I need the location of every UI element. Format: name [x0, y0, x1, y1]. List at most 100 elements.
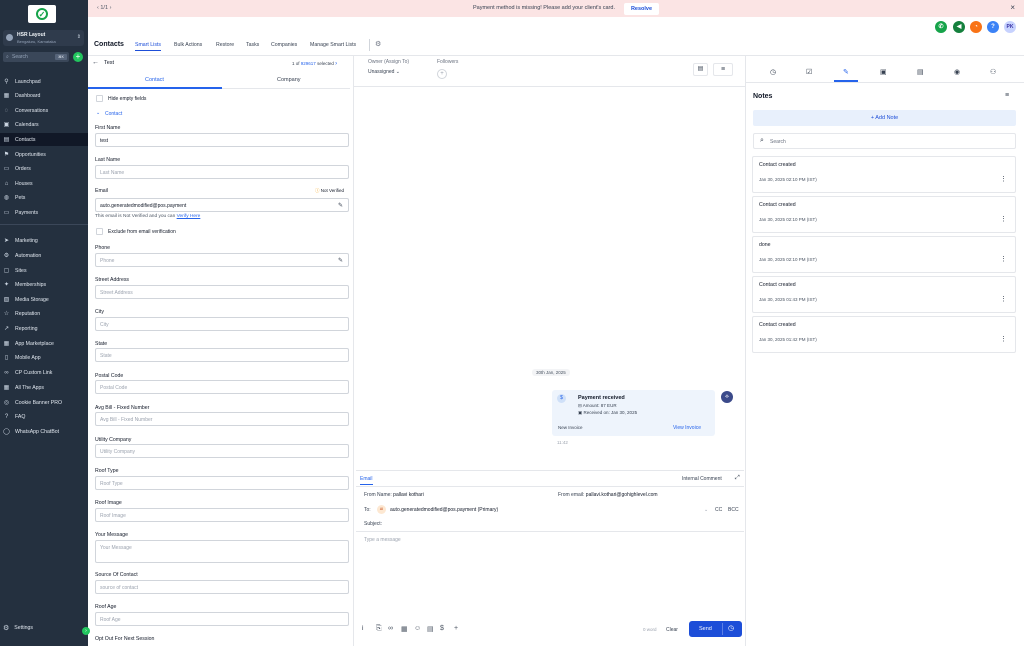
back-arrow-icon[interactable]: ←: [92, 59, 99, 66]
sidebar-item-faq[interactable]: ? FAQ: [0, 410, 88, 423]
dollar-icon[interactable]: $: [440, 625, 444, 632]
payments-icon[interactable]: ◉: [954, 68, 960, 76]
help-icon[interactable]: ?: [987, 21, 999, 33]
tab-smart-lists[interactable]: Smart Lists: [135, 42, 161, 51]
last-name-field[interactable]: Last Name: [95, 165, 349, 179]
sidebar-item-houses[interactable]: ⌂ Houses: [0, 177, 88, 190]
sidebar-item-reporting[interactable]: ↗ Reporting: [0, 322, 88, 335]
more-vertical-icon[interactable]: ⋮: [1000, 255, 1007, 263]
sidebar-item-settings[interactable]: ⚙ Settings: [3, 624, 33, 632]
phone-icon[interactable]: ✆: [935, 21, 947, 33]
send-button[interactable]: Send: [699, 626, 712, 632]
pencil-icon[interactable]: ✎: [338, 202, 343, 209]
link-icon[interactable]: ∞: [388, 625, 393, 632]
clear-button[interactable]: Clear: [666, 627, 678, 633]
state-field[interactable]: State: [95, 348, 349, 362]
tasks-icon[interactable]: ☑: [806, 68, 812, 76]
bcc-button[interactable]: BCC: [728, 507, 739, 513]
bell-icon[interactable]: ◔: [970, 21, 982, 33]
tab-manage-smart-lists[interactable]: Manage Smart Lists: [310, 42, 356, 48]
emoji-icon[interactable]: ☺: [414, 625, 421, 632]
collapse-sidebar-button[interactable]: ›: [82, 627, 90, 635]
schedule-icon[interactable]: ◷: [728, 624, 734, 632]
postal-field[interactable]: Postal Code: [95, 380, 349, 394]
more-vertical-icon[interactable]: ⋮: [1000, 295, 1007, 303]
tab-restore[interactable]: Restore: [216, 42, 234, 48]
sidebar-item-marketing[interactable]: ➤ Marketing: [0, 234, 88, 247]
sidebar-item-conversations[interactable]: ◌ Conversations: [0, 104, 88, 117]
sidebar-item-pets[interactable]: ◍ Pets: [0, 191, 88, 204]
email-field[interactable]: auto.generatedmodified@pos.payment ✎: [95, 198, 349, 212]
tab-email[interactable]: Email: [360, 476, 373, 485]
close-icon[interactable]: ×: [1010, 3, 1015, 12]
settings-gear-icon[interactable]: ⚙: [375, 40, 381, 48]
image-icon[interactable]: ▦: [401, 625, 408, 633]
chevron-right-icon[interactable]: ›: [110, 5, 112, 11]
roof-age-field[interactable]: Roof Age: [95, 612, 349, 626]
sidebar-item-cookie-banner-pro[interactable]: ◎ Cookie Banner PRO: [0, 396, 88, 409]
calendar-icon[interactable]: ▣: [880, 68, 887, 76]
phone-field[interactable]: Phone ✎: [95, 253, 349, 267]
notes-icon[interactable]: ✎: [843, 68, 849, 76]
more-vertical-icon[interactable]: ⋮: [1000, 175, 1007, 183]
avatar[interactable]: PK: [1004, 21, 1016, 33]
filter-icon[interactable]: ≡: [713, 63, 733, 76]
to-recipient[interactable]: auto.generatedmodified@pos.payment (Prim…: [390, 507, 498, 513]
sidebar-item-sites[interactable]: ▢ Sites: [0, 264, 88, 277]
chevron-down-icon[interactable]: ⌄: [704, 507, 708, 513]
sidebar-item-calendars[interactable]: ▣ Calendars: [0, 118, 88, 131]
sidebar-item-media-storage[interactable]: ▧ Media Storage: [0, 293, 88, 306]
format-text-icon[interactable]: Ꭵ: [362, 625, 363, 633]
resolve-button[interactable]: Resolve: [624, 2, 659, 15]
note-card[interactable]: Contact created Jan 30, 2025 02:10 PM (IS…: [752, 196, 1016, 233]
sidebar-item-payments[interactable]: ▭ Payments: [0, 206, 88, 219]
roof-image-field[interactable]: Roof Image: [95, 508, 349, 522]
exclude-verification-checkbox[interactable]: [96, 228, 103, 235]
sidebar-item-cp-custom-link[interactable]: ∞ CP Custom Link: [0, 366, 88, 379]
sidebar-item-mobile-app[interactable]: ▯ Mobile App: [0, 351, 88, 364]
more-vertical-icon[interactable]: ⋮: [1000, 335, 1007, 343]
company-logo[interactable]: ✓: [28, 5, 56, 23]
hide-empty-checkbox[interactable]: [96, 95, 103, 102]
tab-company[interactable]: Company: [277, 77, 301, 83]
section-contact-header[interactable]: Contact: [105, 111, 122, 117]
view-invoice-link[interactable]: View Invoice: [673, 425, 701, 431]
sidebar-item-app-marketplace[interactable]: ▦ App Marketplace: [0, 337, 88, 350]
expand-icon[interactable]: ⤢: [735, 475, 740, 482]
first-name-field[interactable]: test: [95, 133, 349, 147]
roof-type-field[interactable]: Roof Type: [95, 476, 349, 490]
message-input[interactable]: Type a message: [364, 537, 401, 543]
source-field[interactable]: source of contact: [95, 580, 349, 594]
document-icon[interactable]: ▤: [427, 625, 434, 633]
sidebar-item-contacts[interactable]: ▤ Contacts: [0, 133, 88, 146]
add-icon[interactable]: +: [454, 625, 458, 632]
sidebar-item-automation[interactable]: ⚙ Automation: [0, 249, 88, 262]
layout-icon[interactable]: ▤: [693, 63, 708, 76]
pencil-icon[interactable]: ✎: [338, 257, 343, 264]
megaphone-icon[interactable]: ◀: [953, 21, 965, 33]
sidebar-item-orders[interactable]: ▭ Orders: [0, 162, 88, 175]
note-card[interactable]: Contact created Jan 30, 2025 01:43 PM (IS…: [752, 276, 1016, 313]
sidebar-item-dashboard[interactable]: ▦ Dashboard: [0, 89, 88, 102]
tab-bulk-actions[interactable]: Bulk Actions: [174, 42, 202, 48]
clock-icon[interactable]: ◷: [770, 68, 776, 76]
message-field[interactable]: Your Message: [95, 540, 349, 563]
sidebar-item-whatsapp-chatbot[interactable]: ◯ WhatsApp ChatBot: [0, 425, 88, 438]
street-field[interactable]: Street Address: [95, 285, 349, 299]
tab-companies[interactable]: Companies: [271, 42, 297, 48]
tab-internal-comment[interactable]: Internal Comment: [682, 476, 722, 482]
sidebar-item-opportunities[interactable]: ⚑ Opportunities: [0, 148, 88, 161]
chevron-down-icon[interactable]: ⌄: [96, 110, 100, 116]
sidebar-item-all-the-apps[interactable]: ▦ All The Apps: [0, 381, 88, 394]
verify-here-link[interactable]: Verify Here: [177, 214, 201, 219]
location-switcher[interactable]: HSR Layout Bengaluru, Karnataka ⇕: [3, 30, 84, 46]
filter-icon[interactable]: ≡: [1005, 92, 1009, 99]
notes-search-input[interactable]: ⌕ Search: [753, 133, 1016, 149]
tab-contact[interactable]: Contact: [145, 77, 164, 83]
sidebar-item-launchpad[interactable]: ⚲ Launchpad: [0, 75, 88, 88]
cc-button[interactable]: CC: [715, 507, 722, 513]
chevron-left-icon[interactable]: ‹: [97, 5, 99, 11]
sidebar-item-reputation[interactable]: ☆ Reputation: [0, 307, 88, 320]
quick-add-button[interactable]: +: [73, 52, 83, 62]
avg-bill-field[interactable]: Avg Bill - Fixed Number: [95, 412, 349, 426]
